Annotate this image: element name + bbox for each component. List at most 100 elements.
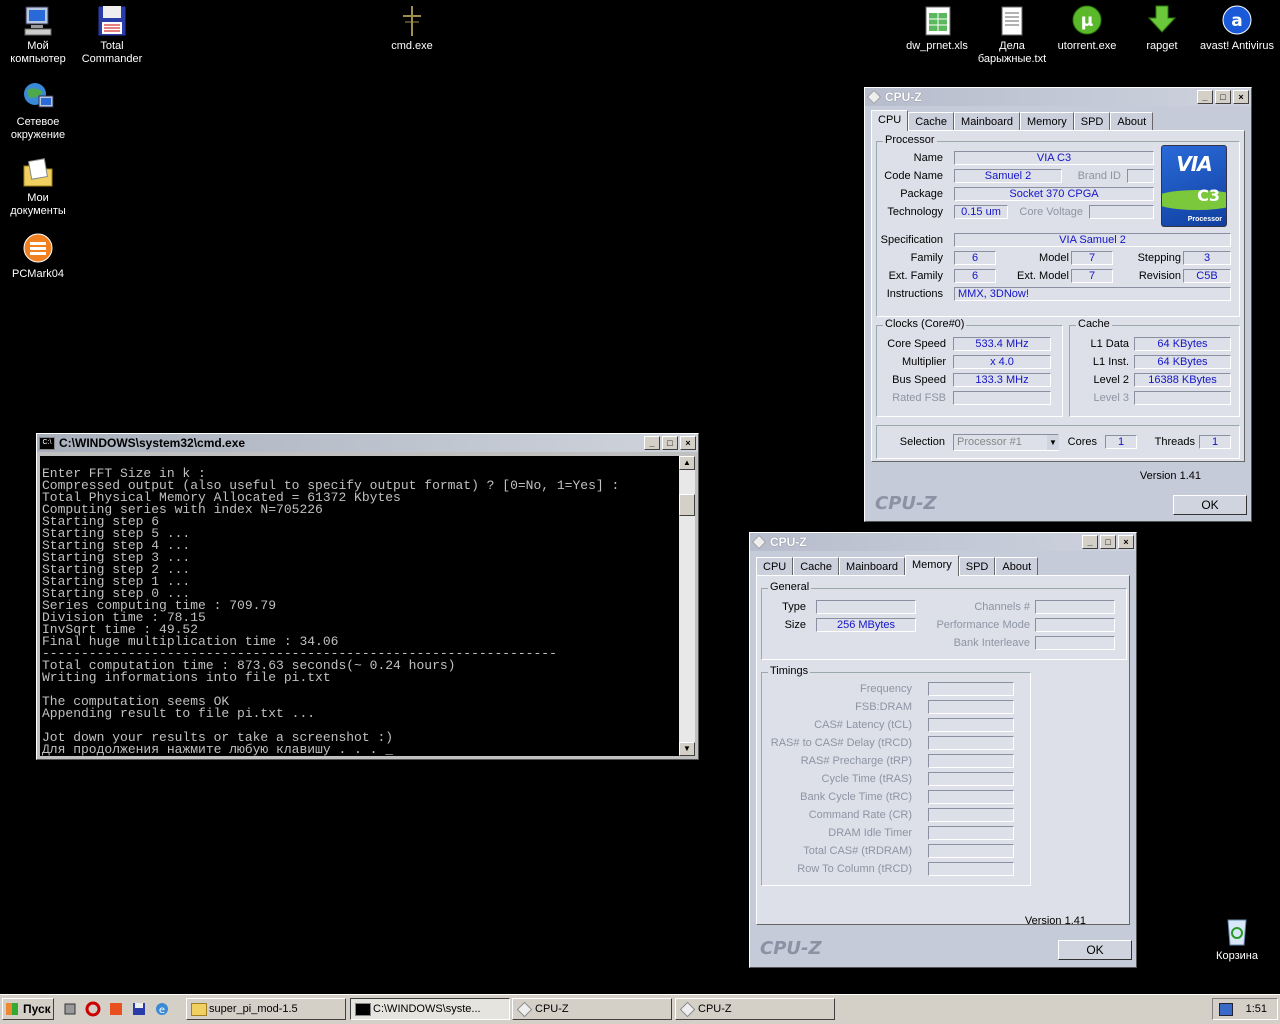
maximize-button[interactable]: □ <box>1100 535 1116 549</box>
timing-label: Row To Column (tRCD) <box>797 863 912 875</box>
bankint-field <box>1035 636 1115 650</box>
floppy-disk-icon <box>95 4 129 38</box>
tab-cpu[interactable]: CPU <box>756 557 794 575</box>
cpuz-window-memory[interactable]: CPU-Z _ □ × CPU Cache Mainboard Memory S… <box>749 532 1137 968</box>
technology-label: Technology <box>887 206 943 218</box>
timing-field <box>928 736 1014 750</box>
memory-tab-panel: General Type Size 256 MBytes Channels # … <box>756 575 1130 925</box>
family-field: 6 <box>954 251 996 265</box>
quicklaunch-cpu-icon[interactable] <box>62 1001 78 1017</box>
tab-mainboard[interactable]: Mainboard <box>839 557 906 575</box>
desktop-icon-network[interactable]: Сетевое окружение <box>0 78 76 142</box>
ok-button[interactable]: OK <box>1173 495 1247 515</box>
close-button[interactable]: × <box>1233 90 1249 104</box>
maximize-button[interactable]: □ <box>662 436 678 450</box>
cpuz-window-cpu[interactable]: CPU-Z _ □ × CPU Cache Mainboard Memory S… <box>864 87 1252 522</box>
logo-model: C3 <box>1197 186 1220 205</box>
quicklaunch-floppy-icon[interactable] <box>131 1001 147 1017</box>
close-button[interactable]: × <box>680 436 696 450</box>
channels-label: Channels # <box>974 601 1030 613</box>
chevron-down-icon[interactable]: ▼ <box>1047 435 1059 450</box>
taskbar-item-cpuz-2[interactable]: CPU-Z <box>675 998 835 1020</box>
tab-memory[interactable]: Memory <box>905 555 959 576</box>
tab-about[interactable]: About <box>1110 112 1154 130</box>
stepping-field: 3 <box>1183 251 1231 265</box>
desktop-icon-avast[interactable]: a avast! Antivirus <box>1199 2 1275 53</box>
cpuz-brand-logo: CPU-Z <box>875 493 937 514</box>
clock[interactable]: 1:51 <box>1246 1003 1267 1015</box>
system-tray: 1:51 <box>1212 998 1278 1020</box>
cores-label: Cores <box>1067 436 1097 448</box>
tab-memory[interactable]: Memory <box>1020 112 1074 130</box>
cpu-tab-panel: Processor Name VIA C3 Code Name Samuel 2… <box>871 130 1245 462</box>
clocks-group: Clocks (Core#0) Core Speed 533.4 MHz Mul… <box>876 318 1063 417</box>
taskbar-item-superpi[interactable]: super_pi_mod-1.5 <box>186 998 346 1020</box>
desktop-icon-xls[interactable]: dw_prnet.xls <box>899 2 975 53</box>
minimize-button[interactable]: _ <box>1197 90 1213 104</box>
desktop-icon-recycle[interactable]: Корзина <box>1199 912 1275 963</box>
vertical-scrollbar[interactable]: ▲ ▼ <box>679 456 695 756</box>
taskbar-item-cmd[interactable]: C:\WINDOWS\syste... <box>350 998 510 1020</box>
console-output[interactable]: Enter FFT Size in k : Compressed output (… <box>40 456 692 756</box>
busspeed-label: Bus Speed <box>892 374 946 386</box>
tab-about[interactable]: About <box>995 557 1039 575</box>
tab-cache[interactable]: Cache <box>793 557 840 575</box>
timing-label: FSB:DRAM <box>855 701 912 713</box>
cpuz-titlebar[interactable]: CPU-Z _ □ × <box>865 88 1251 106</box>
desktop-icon-rapget[interactable]: rapget <box>1124 2 1200 53</box>
type-label: Type <box>782 601 806 613</box>
cmd-window[interactable]: C:\ C:\WINDOWS\system32\cmd.exe _ □ × En… <box>36 433 699 760</box>
tab-spd[interactable]: SPD <box>1073 112 1111 130</box>
timing-label: Command Rate (CR) <box>808 809 912 821</box>
multiplier-label: Multiplier <box>901 356 946 368</box>
cmd-titlebar[interactable]: C:\ C:\WINDOWS\system32\cmd.exe _ □ × <box>37 434 698 452</box>
quicklaunch-ie-icon[interactable]: e <box>154 1001 170 1017</box>
scroll-up-button[interactable]: ▲ <box>679 456 695 470</box>
taskbar-item-cpuz-1[interactable]: CPU-Z <box>512 998 672 1020</box>
group-title: Clocks (Core#0) <box>883 318 967 330</box>
extmodel-field: 7 <box>1071 269 1113 283</box>
ok-button[interactable]: OK <box>1058 940 1132 960</box>
stepping-label: Stepping <box>1137 252 1181 264</box>
tab-cpu[interactable]: CPU <box>871 110 909 131</box>
desktop-icon-cmd[interactable]: cmd.exe <box>374 2 450 53</box>
desktop-icon-pcmark[interactable]: PCMark04 <box>0 230 76 281</box>
close-button[interactable]: × <box>1118 535 1134 549</box>
scroll-thumb[interactable] <box>679 494 695 516</box>
cpuz-brand-logo: CPU-Z <box>760 938 822 959</box>
taskbar: Пуск e super_pi_mod-1.5 C:\WINDOWS\syste… <box>0 994 1280 1024</box>
desktop-icon-utorrent[interactable]: µ utorrent.exe <box>1049 2 1125 53</box>
corevoltage-field <box>1089 205 1154 219</box>
cpuz-app-icon <box>752 535 766 549</box>
family-label: Family <box>910 252 943 264</box>
tab-spd[interactable]: SPD <box>958 557 996 575</box>
scroll-down-button[interactable]: ▼ <box>679 742 695 756</box>
desktop-icon-total-commander[interactable]: Total Commander <box>74 2 150 66</box>
start-button[interactable]: Пуск <box>2 998 54 1020</box>
maximize-button[interactable]: □ <box>1215 90 1231 104</box>
busspeed-field: 133.3 MHz <box>953 373 1051 387</box>
minimize-button[interactable]: _ <box>644 436 660 450</box>
desktop-icon-my-computer[interactable]: Мой компьютер <box>0 2 76 66</box>
desktop-icon-label: Total Commander <box>81 40 143 65</box>
download-arrow-icon <box>1145 4 1179 38</box>
timing-field <box>928 862 1014 876</box>
desktop-icon-label: Дела барыжные.txt <box>977 40 1047 65</box>
cores-field: 1 <box>1105 435 1137 449</box>
network-tray-icon[interactable] <box>1219 1003 1233 1016</box>
bankint-label: Bank Interleave <box>953 637 1030 649</box>
processor-select[interactable]: Processor #1 <box>953 434 1059 451</box>
size-field: 256 MBytes <box>816 618 916 632</box>
corevoltage-label: Core Voltage <box>1019 206 1083 218</box>
group-title: Processor <box>883 134 937 146</box>
tab-mainboard[interactable]: Mainboard <box>954 112 1021 130</box>
tab-cache[interactable]: Cache <box>908 112 955 130</box>
quicklaunch-opera-icon[interactable] <box>85 1001 101 1017</box>
desktop-icon-my-documents[interactable]: Мои документы <box>0 154 76 218</box>
quicklaunch-app-icon[interactable] <box>108 1001 124 1017</box>
cpuz-titlebar[interactable]: CPU-Z _ □ × <box>750 533 1136 551</box>
minimize-button[interactable]: _ <box>1082 535 1098 549</box>
revision-label: Revision <box>1138 270 1181 282</box>
desktop-icon-txt[interactable]: Дела барыжные.txt <box>974 2 1050 66</box>
timing-label: RAS# to CAS# Delay (tRCD) <box>770 737 912 749</box>
